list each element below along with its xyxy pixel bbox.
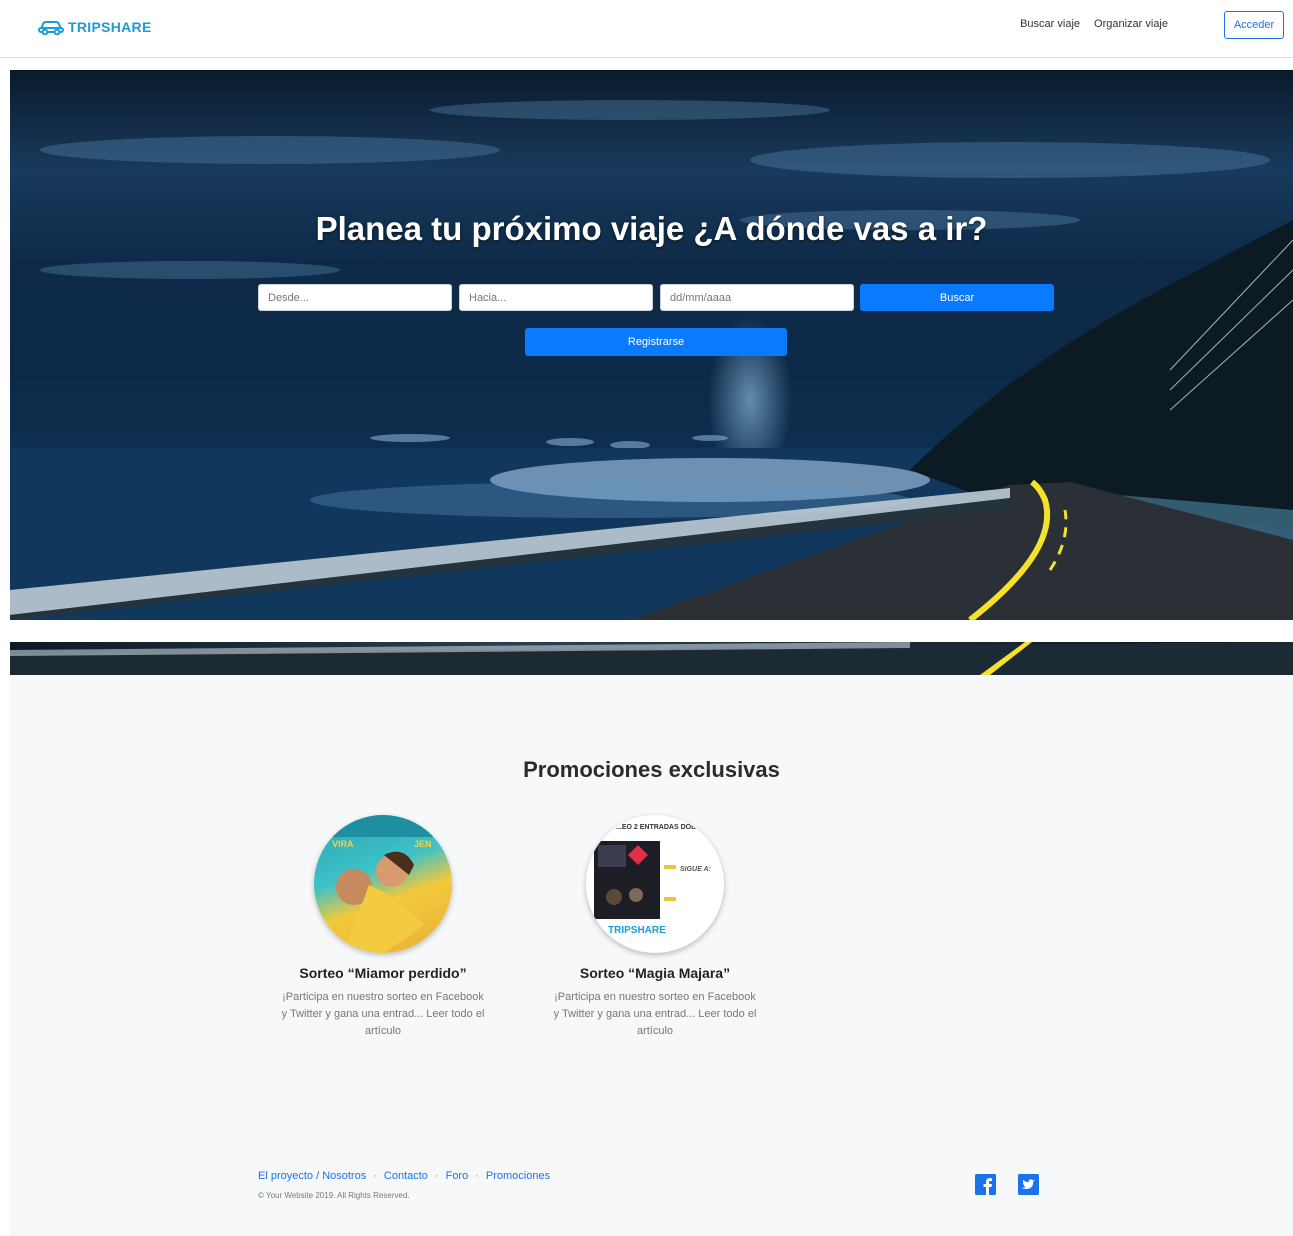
promo-image-text: TRIPSHARE bbox=[608, 925, 666, 936]
facebook-icon[interactable] bbox=[975, 1174, 996, 1195]
promo-card[interactable]: VIRA JEN Sorteo “Miamor perdido” ¡Partic… bbox=[273, 815, 493, 1040]
promotions-title: Promociones exclusivas bbox=[523, 757, 780, 782]
promo-image-text: SIGUE A: bbox=[680, 866, 711, 873]
brand-logo[interactable]: TRIPSHARE bbox=[38, 17, 152, 37]
promo-image-miamor[interactable]: VIRA JEN bbox=[314, 815, 452, 953]
promotions-section: Promociones exclusivas VIRA JEN Sorteo “… bbox=[10, 675, 1293, 1236]
copyright-text: © Your Website 2019. All Rights Reserved… bbox=[258, 1191, 410, 1200]
twitter-icon[interactable] bbox=[1018, 1174, 1039, 1195]
footer-link-foro[interactable]: Foro bbox=[446, 1170, 469, 1182]
footer-link-promociones[interactable]: Promociones bbox=[486, 1170, 550, 1182]
promo-image-text: ...EO 2 ENTRADAS DOB... bbox=[616, 824, 702, 831]
nav-link-organizar-viaje[interactable]: Organizar viaje bbox=[1094, 18, 1168, 30]
promo-image-text: JEN bbox=[414, 839, 432, 849]
login-button[interactable]: Acceder bbox=[1224, 11, 1284, 39]
footer-link-contacto[interactable]: Contacto bbox=[384, 1170, 428, 1182]
promo-description: ¡Participa en nuestro sorteo en Facebook… bbox=[281, 991, 485, 1037]
hero-banner: Planea tu próximo viaje ¿A dónde vas a i… bbox=[10, 70, 1293, 620]
car-icon bbox=[38, 19, 64, 35]
footer-separator: · bbox=[475, 1170, 479, 1182]
footer-link-proyecto[interactable]: El proyecto / Nosotros bbox=[258, 1170, 366, 1182]
promo-image-magia[interactable]: ...EO 2 ENTRADAS DOB... SIGUE A: TRIPSHA… bbox=[586, 815, 724, 953]
footer-links: El proyecto / Nosotros · Contacto · Foro… bbox=[258, 1170, 550, 1182]
promo-card[interactable]: ...EO 2 ENTRADAS DOB... SIGUE A: TRIPSHA… bbox=[545, 815, 765, 1040]
brand-name: TRIPSHARE bbox=[68, 19, 152, 35]
social-links bbox=[975, 1174, 1039, 1195]
search-button[interactable]: Buscar bbox=[860, 284, 1054, 311]
promo-title[interactable]: Sorteo “Miamor perdido” bbox=[273, 965, 493, 981]
nav-links: Buscar viaje Organizar viaje bbox=[1020, 18, 1168, 30]
promo-title[interactable]: Sorteo “Magia Majara” bbox=[545, 965, 765, 981]
background-strip bbox=[10, 642, 1293, 675]
strip-image bbox=[10, 642, 1293, 675]
register-button[interactable]: Registrarse bbox=[525, 328, 787, 356]
to-input[interactable] bbox=[459, 284, 653, 311]
promo-description: ¡Participa en nuestro sorteo en Facebook… bbox=[553, 991, 757, 1037]
from-input[interactable] bbox=[258, 284, 452, 311]
hero-title: Planea tu próximo viaje ¿A dónde vas a i… bbox=[315, 210, 988, 247]
footer-separator: · bbox=[434, 1170, 439, 1182]
footer-separator: · bbox=[373, 1170, 377, 1182]
nav-link-buscar-viaje[interactable]: Buscar viaje bbox=[1020, 18, 1080, 30]
promo-image-text: VIRA bbox=[332, 839, 354, 849]
navbar: TRIPSHARE Buscar viaje Organizar viaje A… bbox=[0, 0, 1293, 58]
date-input[interactable] bbox=[660, 284, 854, 311]
